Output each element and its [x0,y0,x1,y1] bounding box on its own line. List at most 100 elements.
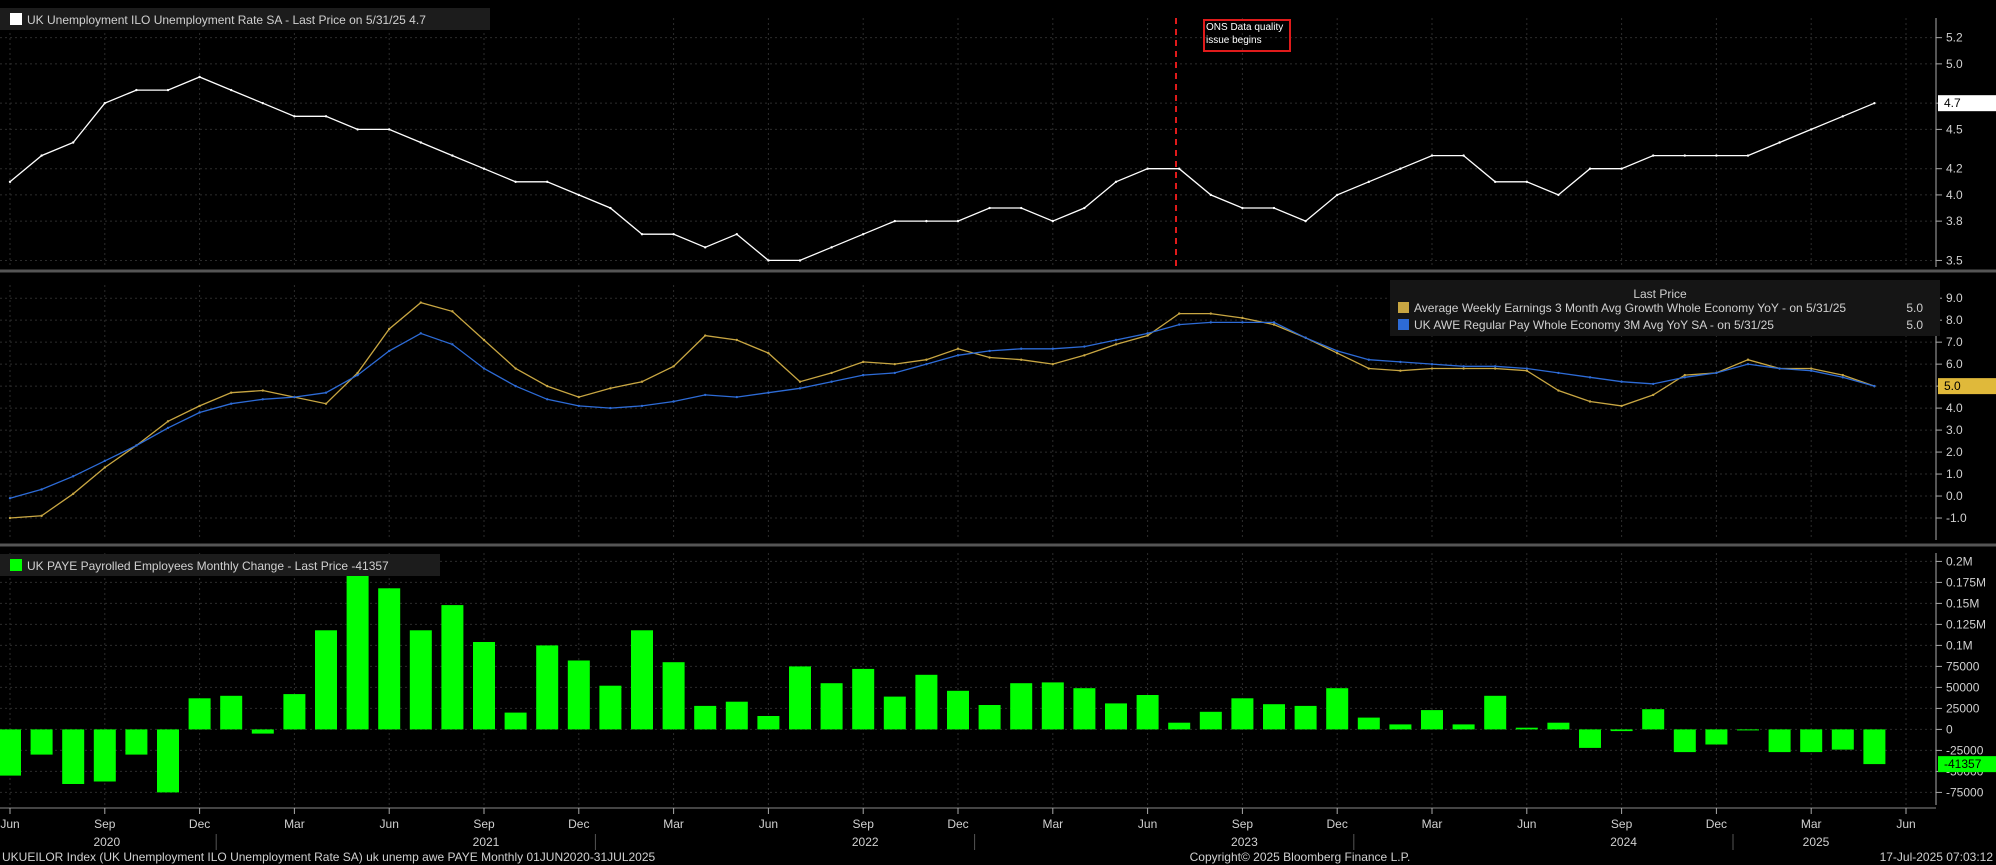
unemployment-rate-point [1620,167,1623,170]
payroll-change-bar [1831,729,1854,750]
awe-regular-pay-point [1746,362,1750,366]
awe-total-pay-point [1746,358,1750,361]
awe-regular-pay-point [1652,382,1655,386]
awe-regular-pay-point [261,398,264,401]
last-value-text: -41357 [1944,757,1982,771]
awe-regular-pay-point [40,488,43,491]
unemployment-rate-point [1367,180,1371,184]
y-tick-label: 50000 [1946,680,1980,694]
awe-regular-pay-point [514,384,517,388]
payroll-change-bar [409,630,432,730]
awe-total-pay-point [1114,343,1118,346]
y-tick-label: 1.0 [1946,467,1963,481]
awe-regular-pay-point [735,395,738,399]
x-tick-label: Mar [1042,817,1063,831]
last-value-marker: -41357 [1938,756,1996,773]
awe-total-pay-point [1683,373,1687,377]
x-tick-label: Dec [568,817,589,831]
unemployment-rate-point [704,246,707,249]
awe-regular-pay-point [1272,321,1276,324]
awe-total-pay-point [1841,373,1845,377]
payroll-change-bar [567,660,590,730]
x-tick-label: Mar [1422,817,1443,831]
unemployment-rate-point [640,233,644,236]
x-tick-label: Sep [473,817,495,831]
awe-total-pay-point [388,327,391,331]
awe-total-pay-point [198,404,201,408]
unemployment-rate-point [1430,154,1434,157]
x-tick-label: Sep [1232,817,1254,831]
y-tick-label: 5.0 [1946,57,1963,71]
unemployment-rate-point [577,193,580,197]
awe-total-pay-point [451,310,454,313]
footer-timestamp: 17-Jul-2025 07:03:12 [1880,850,1994,864]
awe-total-pay-point [640,380,644,383]
awe-total-pay-point [261,389,264,392]
unemployment-rate-point [830,246,833,249]
y-tick-label: 7.0 [1946,335,1963,349]
annotation-text: ONS Data quality issue begins [1206,22,1284,46]
legend-value-regular-pay: 5.0 [1906,318,1923,332]
awe-regular-pay-point [230,402,233,405]
unemployment-rate-point [1841,115,1845,118]
unemployment-rate-point [324,115,328,118]
awe-total-pay-point [1494,367,1497,370]
unemployment-rate-point [1209,193,1213,197]
awe-total-pay-point [735,338,738,342]
awe-total-pay-point [1336,351,1339,355]
x-year-label: 2024 [1610,835,1637,849]
awe-regular-pay-point [546,398,549,401]
payroll-change-bar [789,666,811,730]
payroll-change-bar [93,729,116,782]
payroll-change-bar [504,712,527,730]
awe-total-pay-point [1367,367,1371,370]
y-tick-label: 4.5 [1946,122,1963,136]
awe-regular-pay-point [988,349,991,353]
payroll-change-bar [125,729,148,755]
awe-total-pay-point [482,338,486,342]
unemployment-rate-point [103,101,107,105]
x-tick-label: Mar [663,817,684,831]
unemployment-rate-point [1557,193,1560,197]
unemployment-rate-point [1652,154,1655,157]
x-tick-label: Jun [1517,817,1536,831]
payroll-change-bar [157,729,179,793]
payroll-change-bar [694,705,717,730]
awe-total-pay-point [8,516,12,520]
last-value-marker: 4.7 [1938,95,1996,112]
unemployment-rate-point [135,88,138,92]
awe-total-pay-point [798,380,802,383]
payroll-change-bar [1105,703,1127,730]
awe-regular-pay-point [577,404,580,408]
payroll-change-bar [1199,711,1222,730]
awe-regular-pay-point [704,393,707,397]
awe-total-pay-point [1557,389,1560,392]
awe-total-pay-point [72,492,75,496]
annotation-text-wrapper: ONS Data quality issue begins [1206,22,1284,46]
awe-total-pay-point [1083,354,1086,357]
unemployment-rate-point [1588,167,1592,170]
legend-label: UK Unemployment ILO Unemployment Rate SA… [27,13,426,27]
payroll-change-bar [1610,729,1633,732]
awe-regular-pay-point [1462,365,1465,368]
awe-regular-pay-point [1525,367,1529,370]
payroll-change-bar [1231,698,1254,730]
payroll-change-bar [915,674,938,730]
payroll-change-bar [1452,724,1475,730]
awe-regular-pay-point [1336,349,1339,353]
footer-copyright: Copyright© 2025 Bloomberg Finance L.P. [1190,850,1411,864]
awe-regular-pay-point [1051,347,1055,350]
unemployment-rate-point [1525,180,1529,184]
y-tick-label: 3.0 [1946,423,1963,437]
payroll-change-bar [441,605,464,730]
unemployment-rate-point [672,233,675,236]
unemployment-rate-point [72,141,75,144]
awe-total-pay-point [1620,404,1623,408]
payroll-change-bar [315,630,337,730]
unemployment-rate-point [1494,180,1497,184]
awe-total-pay-point [956,347,960,350]
payroll-change-bar [251,729,274,734]
awe-regular-pay-point [1020,347,1023,350]
unemployment-rate-point [261,101,264,105]
unemployment-rate-point [166,88,170,92]
